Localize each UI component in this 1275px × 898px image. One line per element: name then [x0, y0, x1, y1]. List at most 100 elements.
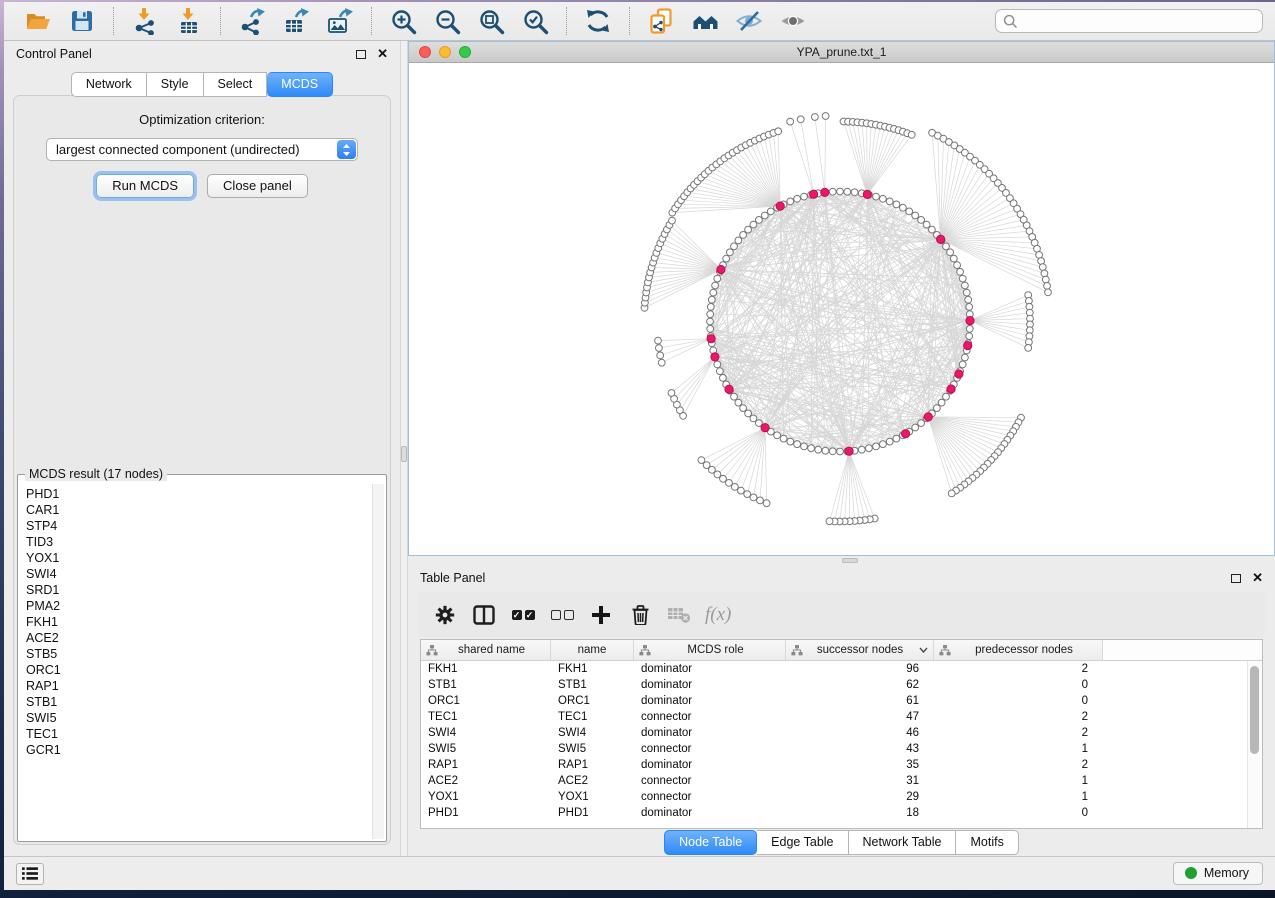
list-scrollbar[interactable] [372, 484, 384, 839]
graph-hub-node[interactable] [937, 235, 945, 243]
scrollbar-thumb[interactable] [1250, 666, 1259, 754]
graph-leaf-node[interactable] [1039, 264, 1046, 271]
graph-node[interactable] [950, 255, 957, 262]
toggle-panel-layout-icon[interactable] [471, 602, 497, 628]
graph-node[interactable] [886, 438, 893, 445]
table-row[interactable]: ORC1ORC1dominator610 [421, 693, 1262, 709]
graph-node[interactable] [962, 354, 969, 361]
graph-node[interactable] [723, 255, 730, 262]
graph-node[interactable] [720, 375, 727, 382]
export-image-icon[interactable] [325, 6, 355, 36]
graph-node[interactable] [959, 361, 966, 368]
close-panel-icon[interactable]: ✕ [377, 49, 388, 59]
mcds-result-item[interactable]: SWI5 [26, 710, 372, 726]
zoom-out-icon[interactable] [432, 6, 462, 36]
search-input[interactable] [1023, 14, 1255, 28]
graph-leaf-node[interactable] [698, 457, 705, 464]
table-cell[interactable]: 62 [786, 679, 934, 691]
network-window-titlebar[interactable]: YPA_prune.txt_1 [409, 42, 1274, 63]
graph-hub-node[interactable] [966, 317, 974, 325]
graph-leaf-node[interactable] [656, 345, 663, 352]
graph-node[interactable] [858, 446, 865, 453]
table-cell[interactable]: connector [634, 743, 786, 755]
table-cell[interactable]: SWI5 [551, 743, 634, 755]
mcds-result-item[interactable]: CAR1 [26, 502, 372, 518]
table-cell[interactable]: 0 [934, 679, 1103, 691]
graph-node[interactable] [707, 318, 714, 325]
table-cell[interactable]: 2 [934, 711, 1103, 723]
export-table-icon[interactable] [281, 6, 311, 36]
graph-node[interactable] [929, 226, 936, 233]
table-row[interactable]: YOX1YOX1connector291 [421, 789, 1262, 805]
column-header-MCDS-role[interactable]: MCDS role [634, 640, 786, 660]
graph-hub-node[interactable] [725, 385, 733, 393]
deselect-all-icon[interactable] [549, 602, 575, 628]
tab-select[interactable]: Select [204, 72, 268, 97]
table-row[interactable]: PHD1PHD1dominator180 [421, 805, 1262, 821]
run-mcds-button[interactable]: Run MCDS [96, 174, 194, 198]
mcds-result-item[interactable]: STB1 [26, 694, 372, 710]
table-cell[interactable]: 61 [786, 695, 934, 707]
graph-node[interactable] [873, 443, 880, 450]
graph-node[interactable] [966, 325, 973, 332]
graph-node[interactable] [966, 333, 973, 340]
export-network-icon[interactable] [237, 6, 267, 36]
graph-leaf-node[interactable] [669, 217, 676, 224]
table-cell[interactable]: STB1 [421, 679, 551, 691]
table-cell[interactable]: TEC1 [421, 711, 551, 723]
graph-node[interactable] [923, 221, 930, 228]
graph-leaf-node[interactable] [763, 500, 770, 507]
graph-node[interactable] [900, 204, 907, 211]
graph-leaf-node[interactable] [738, 487, 745, 494]
table-cell[interactable]: ACE2 [551, 775, 634, 787]
graph-leaf-node[interactable] [908, 131, 915, 138]
graph-leaf-node[interactable] [655, 337, 662, 344]
table-cell[interactable]: 2 [934, 663, 1103, 675]
save-session-icon[interactable] [67, 6, 97, 36]
table-cell[interactable]: 0 [934, 807, 1103, 819]
column-header-name[interactable]: name [551, 640, 634, 660]
table-cell[interactable]: 0 [934, 695, 1103, 707]
graph-hub-node[interactable] [821, 188, 829, 196]
graph-leaf-node[interactable] [1045, 289, 1052, 296]
tab-network[interactable]: Network [71, 72, 147, 97]
mcds-result-item[interactable]: TEC1 [26, 726, 372, 742]
table-cell[interactable]: ACE2 [421, 775, 551, 787]
mcds-result-item[interactable]: FKH1 [26, 614, 372, 630]
mcds-result-item[interactable]: SRD1 [26, 582, 372, 598]
graph-node[interactable] [756, 217, 763, 224]
graph-leaf-node[interactable] [826, 518, 833, 525]
zoom-in-icon[interactable] [388, 6, 418, 36]
mcds-result-item[interactable]: ORC1 [26, 662, 372, 678]
graph-leaf-node[interactable] [948, 490, 955, 497]
graph-leaf-node[interactable] [1025, 345, 1032, 352]
table-scrollbar[interactable] [1247, 661, 1262, 828]
table-cell[interactable]: YOX1 [551, 791, 634, 803]
graph-node[interactable] [815, 446, 822, 453]
graph-node[interactable] [851, 189, 858, 196]
table-row[interactable]: ACE2ACE2connector311 [421, 773, 1262, 789]
graph-leaf-node[interactable] [750, 494, 757, 501]
graph-node[interactable] [761, 212, 768, 219]
graph-node[interactable] [954, 262, 961, 269]
graph-leaf-node[interactable] [757, 497, 764, 504]
table-cell[interactable]: SWI4 [421, 727, 551, 739]
table-cell[interactable]: 18 [786, 807, 934, 819]
splitter-grip[interactable] [842, 558, 858, 563]
network-canvas[interactable] [409, 63, 1274, 555]
graph-node[interactable] [710, 289, 717, 296]
graph-node[interactable] [966, 304, 973, 311]
graph-node[interactable] [893, 201, 900, 208]
close-panel-button[interactable]: Close panel [207, 174, 308, 198]
graph-hub-node[interactable] [924, 413, 932, 421]
graph-node[interactable] [794, 195, 801, 202]
graph-node[interactable] [708, 296, 715, 303]
add-column-icon[interactable] [588, 602, 614, 628]
table-cell[interactable]: RAP1 [421, 759, 551, 771]
import-network-icon[interactable] [130, 6, 160, 36]
table-cell[interactable]: 2 [934, 727, 1103, 739]
graph-hub-node[interactable] [845, 447, 853, 455]
graph-node[interactable] [829, 188, 836, 195]
graph-node[interactable] [714, 275, 721, 282]
table-cell[interactable]: 1 [934, 775, 1103, 787]
